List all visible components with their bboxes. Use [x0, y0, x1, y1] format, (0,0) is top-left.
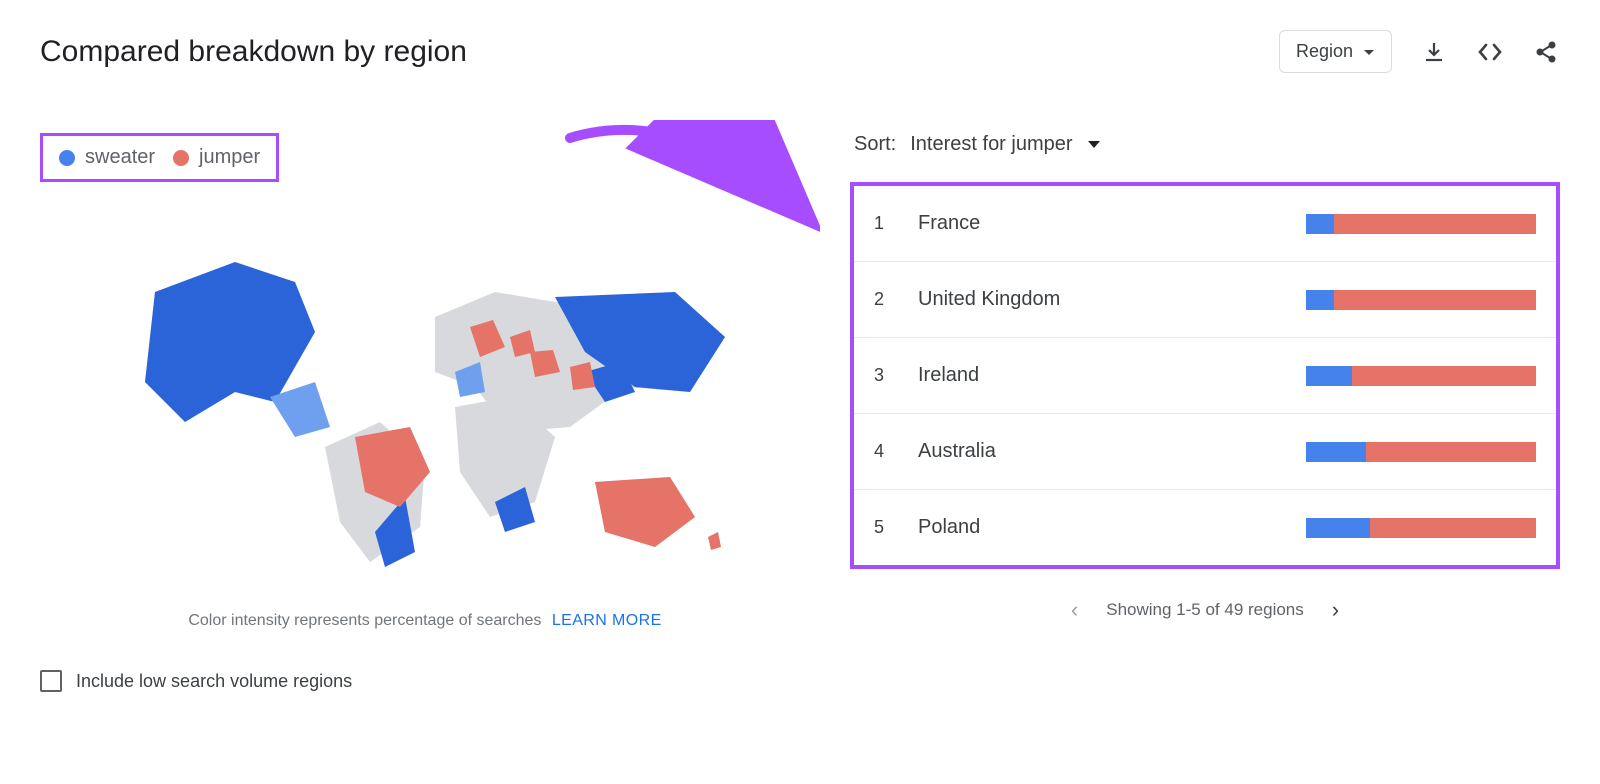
region-bar — [1306, 442, 1536, 462]
region-rank: 2 — [874, 289, 898, 310]
legend-label-sweater: sweater — [85, 146, 155, 169]
legend-dot-jumper — [173, 150, 189, 166]
table-row[interactable]: 3 Ireland — [854, 338, 1556, 414]
region-name: Ireland — [918, 364, 1238, 387]
legend: sweater jumper — [40, 133, 279, 182]
region-bar — [1306, 518, 1536, 538]
right-column: Sort: Interest for jumper 1 France 2 Uni… — [850, 133, 1560, 692]
learn-more-link[interactable]: LEARN MORE — [552, 612, 662, 629]
bar-segment-jumper — [1334, 214, 1536, 234]
legend-item-sweater: sweater — [59, 146, 155, 169]
header-actions: Region — [1279, 30, 1560, 73]
sort-row: Sort: Interest for jumper — [850, 133, 1560, 156]
region-name: Poland — [918, 516, 1238, 539]
region-bar — [1306, 214, 1536, 234]
sort-label: Sort: — [854, 133, 896, 156]
bar-segment-jumper — [1370, 518, 1536, 538]
sort-value-text: Interest for jumper — [910, 133, 1072, 156]
share-icon[interactable] — [1532, 38, 1560, 66]
bar-segment-sweater — [1306, 290, 1334, 310]
region-rank: 4 — [874, 441, 898, 462]
map-caption: Color intensity represents percentage of… — [40, 612, 810, 630]
header: Compared breakdown by region Region — [40, 30, 1560, 73]
pager-next[interactable]: › — [1332, 597, 1339, 623]
content: sweater jumper — [40, 133, 1560, 692]
legend-item-jumper: jumper — [173, 146, 260, 169]
region-name: Australia — [918, 440, 1238, 463]
bar-segment-sweater — [1306, 214, 1334, 234]
table-row[interactable]: 1 France — [854, 186, 1556, 262]
world-map[interactable] — [115, 222, 735, 582]
sort-dropdown[interactable]: Interest for jumper — [910, 133, 1100, 156]
region-dropdown-label: Region — [1296, 41, 1353, 62]
pager-text: Showing 1-5 of 49 regions — [1106, 600, 1304, 620]
bar-segment-sweater — [1306, 518, 1370, 538]
table-row[interactable]: 4 Australia — [854, 414, 1556, 490]
bar-segment-jumper — [1334, 290, 1536, 310]
pager: ‹ Showing 1-5 of 49 regions › — [850, 597, 1560, 623]
region-dropdown[interactable]: Region — [1279, 30, 1392, 73]
region-name: France — [918, 212, 1238, 235]
bar-segment-sweater — [1306, 366, 1352, 386]
low-volume-label: Include low search volume regions — [76, 671, 352, 692]
low-volume-checkbox[interactable] — [40, 670, 62, 692]
region-bar — [1306, 366, 1536, 386]
table-row[interactable]: 5 Poland — [854, 490, 1556, 565]
download-icon[interactable] — [1420, 38, 1448, 66]
map-caption-text: Color intensity represents percentage of… — [188, 612, 541, 629]
caret-down-icon — [1087, 140, 1101, 150]
legend-label-jumper: jumper — [199, 146, 260, 169]
low-volume-toggle-row: Include low search volume regions — [40, 670, 810, 692]
region-name: United Kingdom — [918, 288, 1238, 311]
pager-prev[interactable]: ‹ — [1071, 597, 1078, 623]
region-rank: 1 — [874, 213, 898, 234]
embed-icon[interactable] — [1476, 38, 1504, 66]
left-column: sweater jumper — [40, 133, 810, 692]
caret-down-icon — [1363, 41, 1375, 62]
region-rank: 5 — [874, 517, 898, 538]
bar-segment-jumper — [1366, 442, 1536, 462]
region-bar — [1306, 290, 1536, 310]
page-title: Compared breakdown by region — [40, 35, 467, 69]
region-rank: 3 — [874, 365, 898, 386]
region-list: 1 France 2 United Kingdom 3 Ireland — [850, 182, 1560, 569]
table-row[interactable]: 2 United Kingdom — [854, 262, 1556, 338]
bar-segment-jumper — [1352, 366, 1536, 386]
bar-segment-sweater — [1306, 442, 1366, 462]
legend-dot-sweater — [59, 150, 75, 166]
